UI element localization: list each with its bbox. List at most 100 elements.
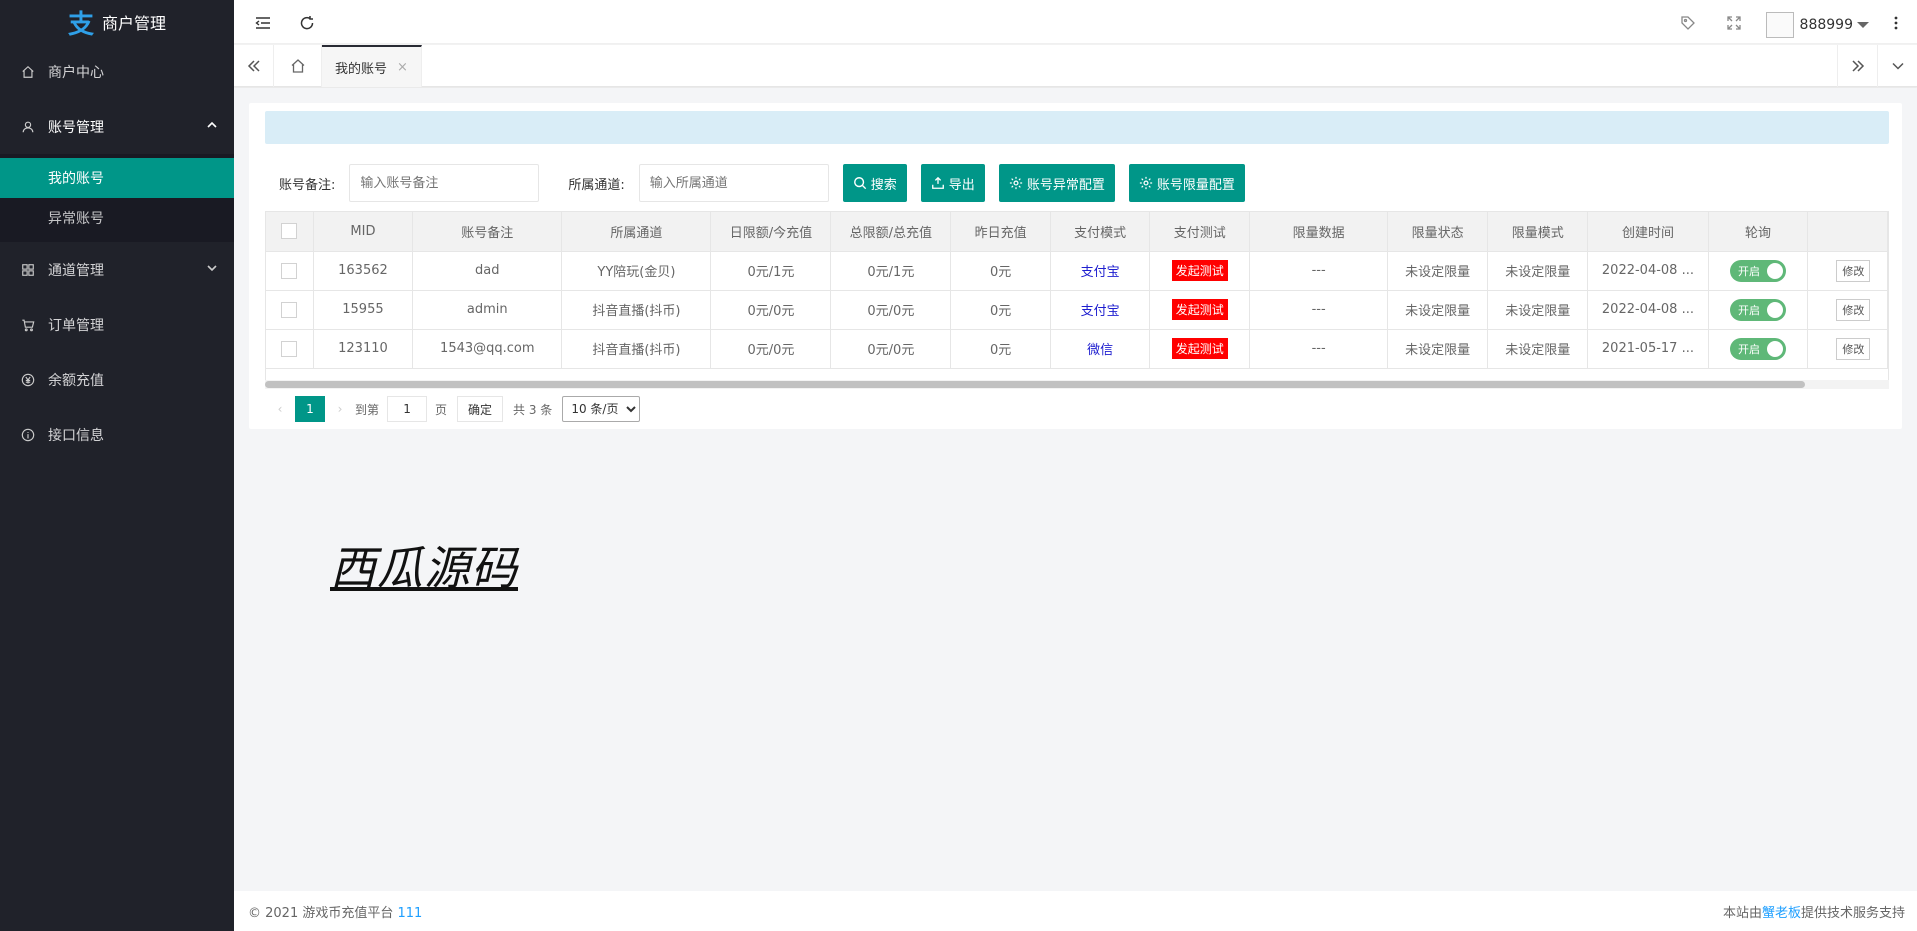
scrollbar-thumb[interactable] xyxy=(265,381,1805,388)
more-vertical-icon[interactable] xyxy=(1887,14,1905,32)
sidebar-item-balance-recharge[interactable]: 余额充值 xyxy=(0,352,234,407)
row-checkbox[interactable] xyxy=(281,340,298,357)
accounts-table: MID 账号备注 所属通道 日限额/今充值 总限额/总充值 昨日充值 支付模式 … xyxy=(265,211,1889,381)
sidebar-item-api-info[interactable]: 接口信息 xyxy=(0,407,234,462)
edit-button[interactable]: 修改 xyxy=(1836,337,1871,360)
start-test-button[interactable]: 发起测试 xyxy=(1171,299,1228,320)
page-size-select[interactable]: 10 条/页 xyxy=(562,396,641,422)
column-header[interactable]: 总限额/总充值 xyxy=(830,212,952,252)
next-page-icon[interactable]: › xyxy=(325,395,355,423)
column-header[interactable]: 轮询 xyxy=(1708,212,1809,252)
sidebar-item-merchant-center[interactable]: 商户中心 xyxy=(0,44,234,99)
toggle-knob xyxy=(1767,301,1783,318)
logo: 支 商户管理 xyxy=(0,0,234,44)
sidebar-item-label: 接口信息 xyxy=(48,427,104,444)
tab-my-accounts[interactable]: 我的账号 × xyxy=(322,45,422,87)
table-row: 15955 admin 抖音直播(抖币) 0元/0元 0元/0元 0元 支付宝 … xyxy=(266,290,1888,330)
footer-right: 本站由蟹老板提供技术服务支持 xyxy=(1723,902,1905,921)
column-header[interactable]: 所属通道 xyxy=(561,212,712,252)
home-tab-icon[interactable] xyxy=(274,45,322,87)
account-card: 账号备注: 所属通道: 搜索 导出 账号异常配置 账号限量配置 xyxy=(249,103,1902,429)
abnormal-config-button[interactable]: 账号异常配置 xyxy=(998,164,1115,202)
tabs-menu-chevron-down-icon[interactable] xyxy=(1877,45,1917,87)
tabs-scroll-right-icon[interactable] xyxy=(1837,45,1877,87)
column-header[interactable]: 日限额/今充值 xyxy=(710,212,832,252)
cell-remark: 1543@qq.com xyxy=(412,329,563,369)
select-all-checkbox[interactable] xyxy=(281,223,298,240)
cell-remark: dad xyxy=(412,251,563,291)
row-checkbox[interactable] xyxy=(281,262,298,279)
row-checkbox[interactable] xyxy=(281,301,298,318)
total-count: 共 3 条 xyxy=(513,402,553,417)
gear-icon xyxy=(1009,176,1022,190)
column-header[interactable]: 限量状态 xyxy=(1387,212,1489,252)
apps-icon xyxy=(20,262,36,278)
export-button[interactable]: 导出 xyxy=(920,164,985,202)
start-test-button[interactable]: 发起测试 xyxy=(1171,338,1228,359)
fullscreen-icon[interactable] xyxy=(1725,14,1743,32)
toggle-label: 开启 xyxy=(1738,303,1760,317)
current-page[interactable]: 1 xyxy=(295,396,325,422)
cell-limit-status: 未设定限量 xyxy=(1387,329,1489,369)
chevron-up-icon xyxy=(206,119,218,135)
info-icon xyxy=(20,427,36,443)
limit-config-label: 账号限量配置 xyxy=(1156,177,1235,193)
sidebar-item-order-management[interactable]: 订单管理 xyxy=(0,297,234,352)
notice-bar xyxy=(265,111,1889,144)
sidebar-item-label: 商户中心 xyxy=(48,64,104,81)
column-header[interactable]: 限量数据 xyxy=(1249,212,1389,252)
provider-link[interactable]: 蟹老板 xyxy=(1762,906,1801,921)
sidebar: 支 商户管理 商户中心 账号管理 我的账号 异常账号 通道管理 订单管理 余额充… xyxy=(0,0,234,931)
cell-limit-data: --- xyxy=(1249,329,1389,369)
sidebar-item-abnormal-accounts[interactable]: 异常账号 xyxy=(0,198,234,238)
main-content: 账号备注: 所属通道: 搜索 导出 账号异常配置 账号限量配置 xyxy=(234,88,1917,891)
footer-left-link[interactable]: 111 xyxy=(398,906,423,921)
cell-yesterday: 0元 xyxy=(950,251,1051,291)
cell-total: 0元/0元 xyxy=(830,329,952,369)
pay-mode-link[interactable]: 微信 xyxy=(1087,343,1113,358)
export-button-label: 导出 xyxy=(948,177,975,193)
prev-page-icon[interactable]: ‹ xyxy=(265,395,295,423)
copyright-text: © 2021 游戏币充值平台 xyxy=(248,905,394,921)
refresh-icon[interactable] xyxy=(298,14,316,32)
start-test-button[interactable]: 发起测试 xyxy=(1171,260,1228,281)
user-menu[interactable]: 888999 xyxy=(1765,12,1869,38)
menu-toggle-icon[interactable] xyxy=(254,14,272,32)
column-header[interactable]: 昨日充值 xyxy=(950,212,1051,252)
goto-confirm-button[interactable]: 确定 xyxy=(457,396,504,422)
app-title: 商户管理 xyxy=(102,14,167,33)
sidebar-item-my-accounts[interactable]: 我的账号 xyxy=(0,158,234,198)
watermark-text: 西瓜源码 xyxy=(330,541,518,595)
close-icon[interactable]: × xyxy=(397,60,408,75)
edit-button[interactable]: 修改 xyxy=(1836,298,1871,321)
toggle-label: 开启 xyxy=(1738,264,1760,278)
limit-config-button[interactable]: 账号限量配置 xyxy=(1128,164,1245,202)
sidebar-item-channel-management[interactable]: 通道管理 xyxy=(0,242,234,297)
sidebar-item-account-management[interactable]: 账号管理 xyxy=(0,99,234,154)
tabs-scroll-left-icon[interactable] xyxy=(234,45,274,87)
poll-toggle[interactable]: 开启 xyxy=(1730,337,1786,360)
column-header[interactable]: 创建时间 xyxy=(1587,212,1709,252)
pay-mode-link[interactable]: 支付宝 xyxy=(1081,265,1120,280)
column-header[interactable]: 支付测试 xyxy=(1149,212,1251,252)
column-header[interactable]: 限量模式 xyxy=(1487,212,1589,252)
table-row: 123110 1543@qq.com 抖音直播(抖币) 0元/0元 0元/0元 … xyxy=(266,329,1888,369)
column-header[interactable]: 账号备注 xyxy=(412,212,563,252)
remark-input[interactable] xyxy=(349,164,540,202)
channel-input[interactable] xyxy=(638,164,829,202)
cell-channel: YY陪玩(金贝) xyxy=(561,251,712,291)
pay-mode-link[interactable]: 支付宝 xyxy=(1081,304,1120,319)
cell-created: 2022-04-08 ... xyxy=(1587,290,1709,330)
poll-toggle[interactable]: 开启 xyxy=(1730,259,1786,282)
edit-button[interactable]: 修改 xyxy=(1836,259,1871,282)
table-row: 163562 dad YY陪玩(金贝) 0元/1元 0元/1元 0元 支付宝 发… xyxy=(266,251,1888,291)
poll-toggle[interactable]: 开启 xyxy=(1730,298,1786,321)
pagination: ‹ 1 › 到第 页 确定 共 3 条 10 条/页 xyxy=(265,395,641,423)
cell-limit-data: --- xyxy=(1249,251,1389,291)
goto-page-input[interactable] xyxy=(387,396,428,422)
table-horizontal-scrollbar[interactable] xyxy=(265,380,1889,389)
tag-icon[interactable] xyxy=(1679,14,1697,32)
column-header[interactable]: MID xyxy=(313,212,414,252)
search-button[interactable]: 搜索 xyxy=(842,164,907,202)
column-header[interactable]: 支付模式 xyxy=(1050,212,1151,252)
